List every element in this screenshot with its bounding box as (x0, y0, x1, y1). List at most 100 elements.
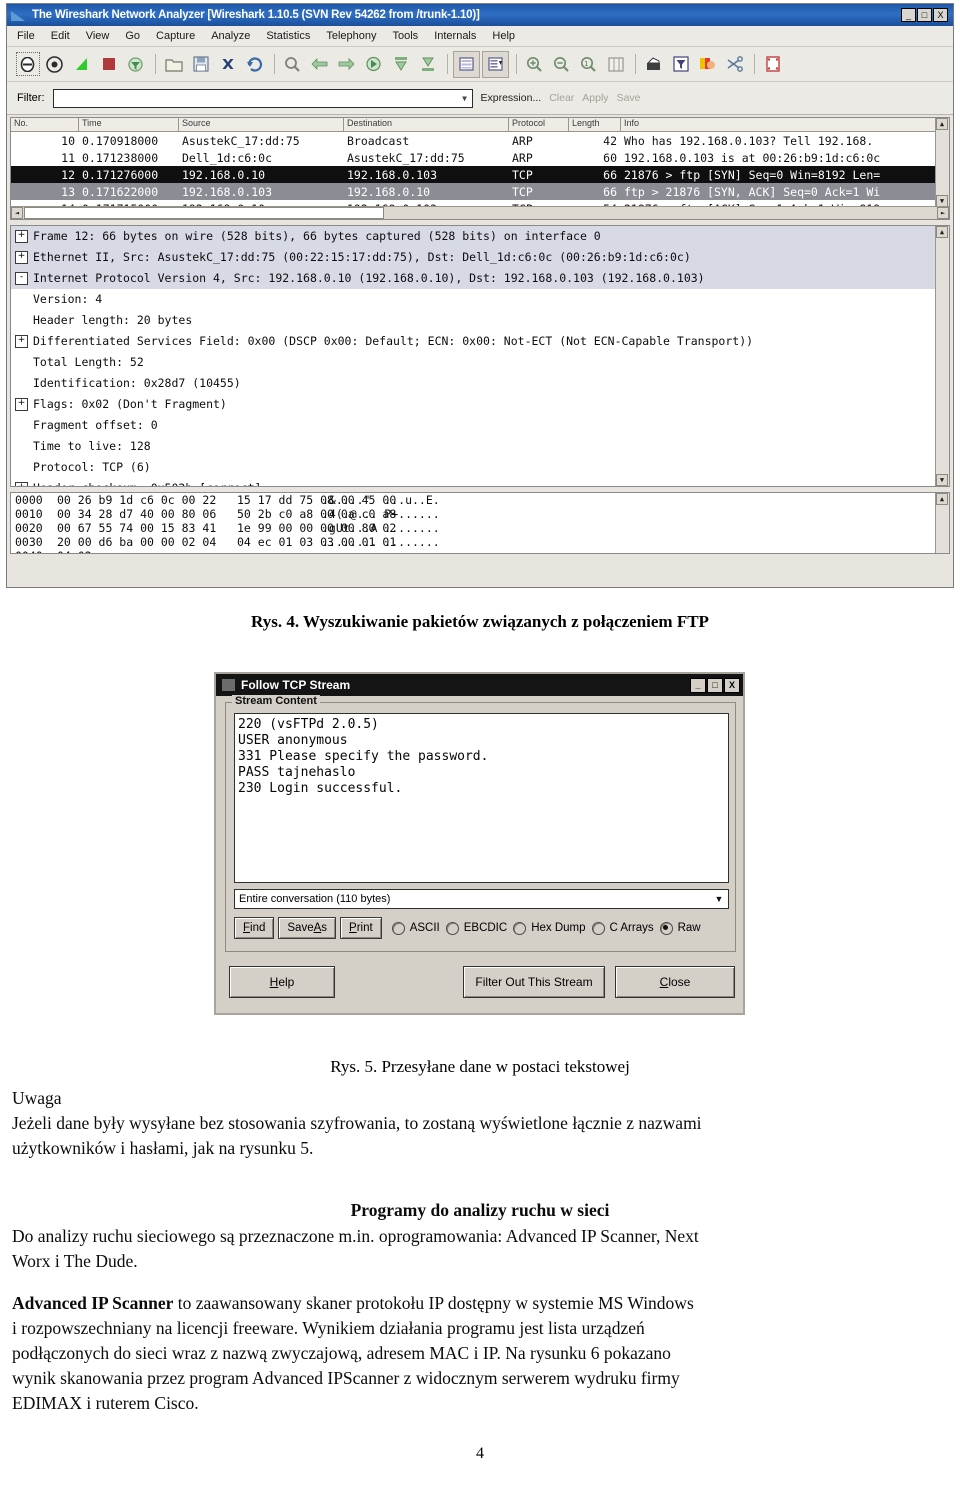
column-header-protocol[interactable]: Protocol (509, 118, 569, 131)
print-button[interactable]: Print (340, 917, 382, 939)
detail-row-protocol[interactable]: Protocol: TCP (6) (11, 457, 949, 478)
menu-internals[interactable]: Internals (434, 30, 476, 42)
expander-icon[interactable]: - (15, 272, 28, 285)
column-header-length[interactable]: Length (569, 118, 621, 131)
packet-bytes-vertical-scrollbar[interactable]: ▲ (935, 493, 949, 553)
detail-row-checksum[interactable]: + Header checksum: 0x502b [correct] (11, 478, 949, 486)
table-row[interactable]: 11 0.171238000 Dell_1d:c6:0c AsustekC_17… (11, 149, 949, 166)
expander-icon[interactable]: + (15, 398, 28, 411)
detail-row-ethernet[interactable]: + Ethernet II, Src: AsustekC_17:dd:75 (00… (11, 247, 949, 268)
detail-row-version[interactable]: Version: 4 (11, 289, 949, 310)
packet-details-vertical-scrollbar[interactable]: ▲ ▼ (935, 226, 949, 486)
table-row-selected[interactable]: 12 0.171276000 192.168.0.10 192.168.0.10… (11, 166, 949, 183)
stop-capture-icon[interactable] (96, 52, 121, 77)
radio-c-arrays[interactable]: C Arrays (591, 921, 654, 935)
restart-capture-icon[interactable] (69, 52, 94, 77)
menu-file[interactable]: File (17, 30, 35, 42)
help-icon[interactable] (760, 52, 785, 77)
maximize-icon[interactable]: □ (917, 8, 932, 22)
save-file-icon[interactable] (188, 52, 213, 77)
menu-help[interactable]: Help (492, 30, 515, 42)
filter-apply-button[interactable]: Apply (582, 92, 608, 104)
resize-columns-icon[interactable] (603, 52, 628, 77)
packet-details-pane[interactable]: + Frame 12: 66 bytes on wire (528 bits), … (10, 225, 950, 487)
packet-bytes-pane[interactable]: 0000 00 26 b9 1d c6 0c 00 22 15 17 dd 75 … (10, 492, 950, 554)
scroll-up-icon[interactable]: ▲ (936, 493, 948, 505)
go-forward-icon[interactable] (334, 52, 359, 77)
radio-ebcdic[interactable]: EBCDIC (445, 921, 507, 935)
conversation-select[interactable]: Entire conversation (110 bytes) ▼ (234, 889, 729, 909)
column-header-time[interactable]: Time (79, 118, 179, 131)
zoom-reset-icon[interactable]: 1 (576, 52, 601, 77)
help-button[interactable]: Help (229, 966, 335, 998)
find-button[interactable]: FFindind (234, 917, 275, 939)
radio-button-icon[interactable] (445, 921, 459, 935)
filter-input[interactable] (53, 89, 456, 107)
detail-row-ttl[interactable]: Time to live: 128 (11, 436, 949, 457)
radio-button-icon[interactable] (391, 921, 405, 935)
save-as-button[interactable]: Save As (278, 917, 337, 939)
minimize-icon[interactable]: _ (690, 677, 706, 693)
expander-icon[interactable]: + (15, 251, 28, 264)
close-file-icon[interactable] (215, 52, 240, 77)
zoom-out-icon[interactable] (549, 52, 574, 77)
column-header-info[interactable]: Info (621, 118, 949, 131)
radio-button-icon[interactable] (513, 921, 527, 935)
table-row[interactable]: 10 0.170918000 AsustekC_17:dd:75 Broadca… (11, 132, 949, 149)
go-first-packet-icon[interactable] (388, 52, 413, 77)
close-icon[interactable]: X (933, 8, 948, 22)
capture-options-icon[interactable] (42, 52, 67, 77)
colorize-icon[interactable] (453, 50, 480, 78)
chevron-down-icon[interactable]: ▼ (710, 894, 728, 904)
display-filters-icon[interactable] (668, 52, 693, 77)
menu-edit[interactable]: Edit (51, 30, 70, 42)
table-row[interactable]: 13 0.171622000 192.168.0.103 192.168.0.1… (11, 183, 949, 200)
scroll-right-icon[interactable]: ► (937, 207, 949, 219)
expander-icon[interactable]: + (15, 482, 28, 486)
menu-statistics[interactable]: Statistics (266, 30, 310, 42)
packet-list-vertical-scrollbar[interactable]: ▲ ▼ (935, 118, 949, 219)
minimize-icon[interactable]: _ (901, 8, 916, 22)
detail-row-flags[interactable]: + Flags: 0x02 (Don't Fragment) (11, 394, 949, 415)
go-back-icon[interactable] (307, 52, 332, 77)
radio-raw[interactable]: Raw (659, 921, 701, 935)
filter-expression-button[interactable]: Expression... (481, 92, 542, 104)
maximize-icon[interactable]: □ (707, 677, 723, 693)
packet-list-horizontal-scrollbar[interactable]: ◄ ► (11, 206, 949, 219)
expander-icon[interactable]: + (15, 335, 28, 348)
start-capture-icon[interactable] (15, 52, 40, 77)
menu-analyze[interactable]: Analyze (211, 30, 250, 42)
detail-row-frame[interactable]: + Frame 12: 66 bytes on wire (528 bits), … (11, 226, 949, 247)
scroll-up-icon[interactable]: ▲ (936, 226, 948, 238)
close-icon[interactable]: X (724, 677, 740, 693)
radio-button-icon-selected[interactable] (659, 921, 673, 935)
menu-capture[interactable]: Capture (156, 30, 195, 42)
scroll-left-icon[interactable]: ◄ (11, 207, 23, 219)
go-last-packet-icon[interactable] (415, 52, 440, 77)
expander-icon[interactable]: + (15, 230, 28, 243)
detail-row-ipv4[interactable]: - Internet Protocol Version 4, Src: 192.1… (11, 268, 949, 289)
detail-row-total-length[interactable]: Total Length: 52 (11, 352, 949, 373)
filter-clear-button[interactable]: Clear (549, 92, 574, 104)
radio-ascii[interactable]: ASCII (391, 921, 440, 935)
preferences-icon[interactable] (722, 52, 747, 77)
column-header-destination[interactable]: Destination (344, 118, 509, 131)
coloring-rules-icon[interactable] (695, 52, 720, 77)
detail-row-identification[interactable]: Identification: 0x28d7 (10455) (11, 373, 949, 394)
stream-content-text[interactable]: 220 (vsFTPd 2.0.5) USER anonymous 331 Pl… (234, 713, 729, 883)
scroll-up-icon[interactable]: ▲ (936, 118, 948, 130)
packet-list-pane[interactable]: No. Time Source Destination Protocol Len… (10, 117, 950, 220)
radio-hex-dump[interactable]: Hex Dump (513, 921, 586, 935)
menu-go[interactable]: Go (125, 30, 140, 42)
detail-row-dsfield[interactable]: + Differentiated Services Field: 0x00 (DS… (11, 331, 949, 352)
reload-file-icon[interactable] (242, 52, 267, 77)
filter-input-wrapper[interactable]: ▼ (52, 88, 473, 108)
radio-button-icon[interactable] (591, 921, 605, 935)
zoom-in-icon[interactable] (522, 52, 547, 77)
chevron-down-icon[interactable]: ▼ (458, 94, 472, 103)
open-file-icon[interactable] (161, 52, 186, 77)
scroll-thumb[interactable] (24, 207, 384, 219)
filter-save-button[interactable]: Save (617, 92, 641, 104)
column-header-source[interactable]: Source (179, 118, 344, 131)
go-to-packet-icon[interactable] (361, 52, 386, 77)
